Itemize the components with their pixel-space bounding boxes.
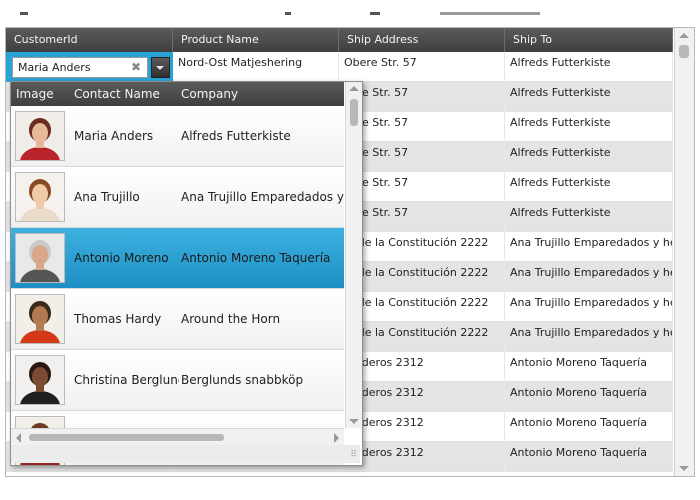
popup-vertical-scrollbar[interactable] [345,82,362,428]
popup-resize-bar[interactable]: ⠿ [11,445,360,463]
cell-ship-address[interactable]: Obere Str. 57 [339,52,505,82]
cell-ship-address[interactable]: a. de la Constitución 2222 [339,262,505,292]
contact-photo [15,294,65,344]
cell-ship-address[interactable]: a. de la Constitución 2222 [339,232,505,262]
text-fragment [285,12,291,15]
cell-ship-address[interactable]: a. de la Constitución 2222 [339,292,505,322]
contact-name: Maria Anders [74,129,154,143]
text-fragment [370,12,380,15]
person-photo-icon [20,301,60,343]
popup-list-item[interactable]: Thomas Hardy Around the Horn [11,289,344,350]
popup-column-image[interactable]: Image [16,82,54,106]
cell-ship-to[interactable]: Alfreds Futterkiste [505,142,673,172]
top-strip [0,0,700,27]
contact-name: Antonio Moreno [74,251,169,265]
company-name: Around the Horn [181,312,281,326]
resize-grip-icon[interactable]: ⠿ [350,450,357,460]
cell-ship-to[interactable]: Antonio Moreno Taquería [505,412,673,442]
scroll-down-icon[interactable] [679,466,689,471]
contact-photo [15,172,65,222]
scroll-up-icon[interactable] [349,86,359,91]
grid-header: CustomerId Product Name Ship Address Shi… [6,28,673,52]
combo-value: Maria Anders [18,61,91,74]
cell-ship-to[interactable]: Ana Trujillo Emparedados y helac [505,232,673,262]
person-photo-icon [20,362,60,404]
contact-name: Ana Trujillo [74,190,140,204]
company-name: Antonio Moreno Taquería [181,251,331,265]
popup-header: Image Contact Name Company [11,82,344,106]
cell-ship-address[interactable]: bere Str. 57 [339,82,505,112]
cell-ship-to[interactable]: Alfreds Futterkiste [505,52,673,82]
cell-ship-to[interactable]: Antonio Moreno Taquería [505,382,673,412]
popup-column-contact-name[interactable]: Contact Name [74,82,160,106]
person-photo-icon [20,118,60,160]
popup-list-item[interactable]: Ana Trujillo Ana Trujillo Emparedados y h… [11,167,344,228]
column-header-ship-to[interactable]: Ship To [505,28,673,52]
popup-list-item[interactable]: Christina Berglund Berglunds snabbköp [11,350,344,411]
scroll-up-icon[interactable] [679,33,689,38]
chevron-down-icon [156,66,164,70]
company-name: Berglunds snabbköp [181,373,304,387]
cell-ship-to[interactable]: Ana Trujillo Emparedados y helac [505,262,673,292]
cell-ship-to[interactable]: Ana Trujillo Emparedados y helac [505,292,673,322]
popup-column-company[interactable]: Company [181,82,238,106]
cell-ship-to[interactable]: Ana Trujillo Emparedados y helac [505,322,673,352]
popup-list-item[interactable]: Antonio Moreno Antonio Moreno Taquería [11,228,344,289]
clear-icon[interactable]: ✖ [131,58,141,77]
scroll-down-icon[interactable] [349,419,359,424]
customerid-edit-cell[interactable]: Maria Anders ✖ [6,52,173,82]
cell-ship-address[interactable]: bere Str. 57 [339,142,505,172]
cell-ship-address[interactable]: ataderos 2312 [339,442,505,472]
popup-list-item[interactable]: Maria Anders Alfreds Futterkiste [11,106,344,167]
cell-ship-to[interactable]: Alfreds Futterkiste [505,112,673,142]
cell-ship-address[interactable]: ataderos 2312 [339,352,505,382]
customer-dropdown-popup[interactable]: Image Contact Name Company Maria Anders A… [10,81,363,466]
cell-ship-to[interactable]: Antonio Moreno Taquería [505,352,673,382]
grid-vertical-scrollbar[interactable] [674,28,694,476]
text-fragment [20,12,28,15]
column-header-ship-address[interactable]: Ship Address [339,28,505,52]
contact-name: Christina Berglund [74,373,179,387]
cell-ship-to[interactable]: Alfreds Futterkiste [505,172,673,202]
column-header-product-name[interactable]: Product Name [173,28,339,52]
person-photo-icon [20,240,60,282]
scrollbar-thumb[interactable] [679,45,689,58]
cell-ship-address[interactable]: bere Str. 57 [339,172,505,202]
scrollbar-thumb[interactable] [350,99,358,126]
cell-ship-address[interactable]: bere Str. 57 [339,202,505,232]
text-fragment [440,12,540,15]
scroll-right-icon[interactable] [334,433,339,443]
contact-photo [15,355,65,405]
cell-ship-to[interactable]: Alfreds Futterkiste [505,82,673,112]
cell-ship-address[interactable]: a. de la Constitución 2222 [339,322,505,352]
cell-ship-address[interactable]: ataderos 2312 [339,412,505,442]
cell-product-name[interactable]: Nord-Ost Matjeshering [173,52,339,82]
scrollbar-thumb[interactable] [29,434,224,441]
customer-combo-input[interactable]: Maria Anders ✖ [12,57,148,78]
popup-horizontal-scrollbar[interactable] [11,428,344,446]
cell-ship-to[interactable]: Alfreds Futterkiste [505,202,673,232]
dropdown-button[interactable] [151,57,170,78]
company-name: Ana Trujillo Emparedados y helados [181,190,344,204]
scroll-left-icon[interactable] [16,433,21,443]
column-header-customerid[interactable]: CustomerId [6,28,173,52]
contact-name: Thomas Hardy [74,312,162,326]
contact-photo [15,111,65,161]
cell-ship-address[interactable]: ataderos 2312 [339,382,505,412]
cell-ship-address[interactable]: bere Str. 57 [339,112,505,142]
person-photo-icon [20,179,60,221]
company-name: Alfreds Futterkiste [181,129,291,143]
contact-photo [15,233,65,283]
cell-ship-to[interactable]: Antonio Moreno Taquería [505,442,673,472]
